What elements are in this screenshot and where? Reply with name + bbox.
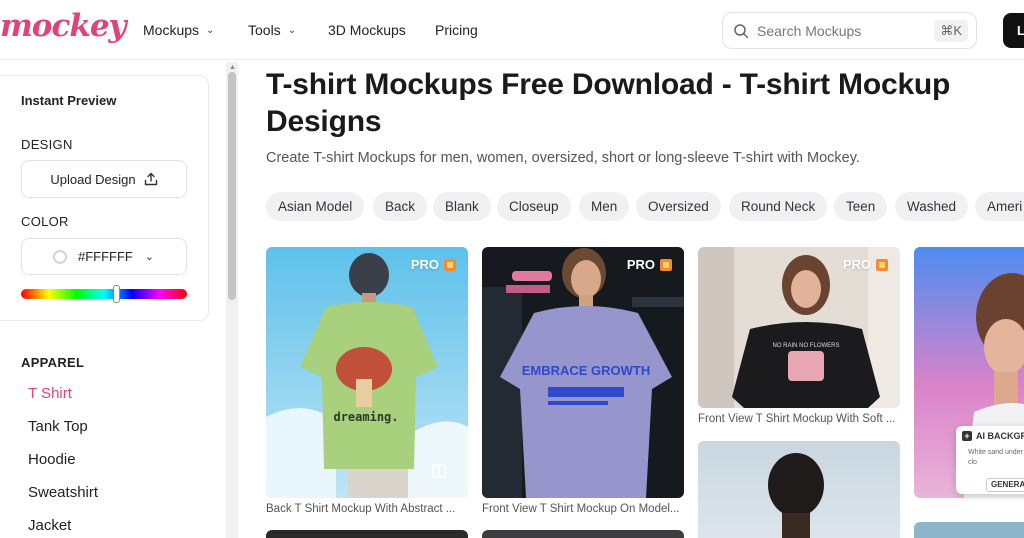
crown-icon: [876, 258, 888, 271]
preview-toggle-icon[interactable]: [432, 464, 446, 478]
ai-background-panel[interactable]: + AI BACKGR White sand under with clo GE…: [956, 426, 1024, 494]
mockup-card-next[interactable]: [482, 530, 684, 538]
mockup-card-next[interactable]: [914, 522, 1024, 538]
category-sweatshirt[interactable]: Sweatshirt: [28, 484, 98, 501]
ai-panel-header: + AI BACKGR: [962, 431, 1024, 441]
search-box[interactable]: ⌘K: [722, 12, 977, 49]
nav-pricing[interactable]: Pricing: [435, 22, 478, 38]
color-label: COLOR: [21, 214, 69, 229]
design-label: DESIGN: [21, 137, 73, 152]
print-text: EMBRACE GROWTH: [522, 363, 651, 378]
mockup-thumbnail: [698, 441, 900, 538]
color-swatch: [53, 250, 67, 264]
print-text: NO RAIN NO FLOWERS: [772, 343, 839, 349]
page-subtitle: Create T-shirt Mockups for men, women, o…: [266, 150, 860, 166]
mockup-thumbnail: EMBRACE GROWTH: [482, 247, 684, 498]
nav-pricing-label: Pricing: [435, 22, 478, 38]
instant-preview-panel: Instant Preview DESIGN Upload Design COL…: [0, 75, 209, 321]
filter-chip[interactable]: Closeup: [497, 192, 571, 221]
mockup-card-front-model[interactable]: EMBRACE GROWTH PRO: [482, 247, 684, 498]
scrollbar-thumb[interactable]: [228, 72, 236, 300]
nav-3d-mockups-label: 3D Mockups: [328, 22, 406, 38]
filter-chip[interactable]: Blank: [433, 192, 491, 221]
mockup-thumbnail: dreaming.: [266, 247, 468, 498]
nav-mockups[interactable]: Mockups ⌄: [143, 22, 214, 38]
mockup-caption[interactable]: Front View T Shirt Mockup With Soft ...: [698, 413, 900, 425]
chevron-down-icon: ⌄: [144, 251, 154, 263]
hue-slider[interactable]: [21, 289, 187, 299]
color-select[interactable]: #FFFFFF ⌄: [21, 238, 187, 275]
pro-badge: PRO: [843, 257, 888, 272]
color-value: #FFFFFF: [78, 249, 133, 264]
nav-mockups-label: Mockups: [143, 22, 200, 38]
mockey-logo[interactable]: mockey: [0, 8, 127, 44]
page-title: T-shirt Mockups Free Download - T-shirt …: [266, 68, 951, 138]
crown-icon: [660, 258, 672, 271]
nav-tools[interactable]: Tools ⌄: [248, 22, 296, 38]
ai-panel-title: AI BACKGR: [976, 431, 1024, 441]
nav-tools-label: Tools: [248, 22, 281, 38]
chevron-down-icon: ⌄: [287, 24, 297, 36]
apparel-heading: APPAREL: [21, 355, 85, 370]
pro-badge-label: PRO: [626, 257, 655, 272]
sidebar-scrollbar[interactable]: ▲: [226, 62, 238, 538]
scroll-up-arrow-icon[interactable]: ▲: [229, 64, 236, 71]
upload-design-button[interactable]: Upload Design: [21, 160, 187, 198]
plus-icon: +: [962, 431, 972, 441]
filter-chip[interactable]: Washed: [895, 192, 969, 221]
category-t-shirt[interactable]: T Shirt: [28, 385, 72, 402]
mockup-card-back-model[interactable]: [698, 441, 900, 538]
filter-chip[interactable]: Oversized: [636, 192, 721, 221]
filter-chip[interactable]: Asian Model: [266, 192, 365, 221]
category-jacket[interactable]: Jacket: [28, 517, 71, 534]
search-input[interactable]: [757, 21, 917, 41]
pro-badge: PRO: [411, 257, 456, 272]
upload-icon: [144, 172, 157, 186]
category-hoodie[interactable]: Hoodie: [28, 451, 76, 468]
pro-badge-label: PRO: [842, 257, 871, 272]
pro-badge: PRO: [627, 257, 672, 272]
filter-chip[interactable]: Back: [373, 192, 428, 221]
mockup-card-next[interactable]: [266, 530, 468, 538]
search-icon: [734, 24, 749, 39]
filter-chip[interactable]: Men: [579, 192, 630, 221]
filter-chip[interactable]: Round Neck: [729, 192, 828, 221]
top-header: mockey Mockups ⌄ Tools ⌄ 3D Mockups Pric…: [0, 0, 1024, 60]
instant-preview-title: Instant Preview: [21, 93, 117, 108]
category-tank-top[interactable]: Tank Top: [28, 418, 88, 435]
mockup-card-front-soft[interactable]: NO RAIN NO FLOWERS PRO: [698, 247, 900, 408]
mockup-caption[interactable]: Front View T Shirt Mockup On Model...: [482, 503, 684, 515]
pro-badge-label: PRO: [410, 257, 439, 272]
login-button[interactable]: L: [1003, 13, 1024, 48]
filter-chip[interactable]: Ameri: [975, 192, 1024, 221]
generate-button[interactable]: GENERA: [986, 478, 1024, 492]
nav-3d-mockups[interactable]: 3D Mockups: [328, 22, 406, 38]
crown-icon: [444, 258, 456, 271]
ai-prompt-text[interactable]: White sand under with clo: [968, 448, 1024, 468]
upload-design-label: Upload Design: [50, 171, 136, 187]
mockup-card-back-abstract[interactable]: dreaming. PRO: [266, 247, 468, 498]
mockup-caption[interactable]: Back T Shirt Mockup With Abstract ...: [266, 503, 468, 515]
chevron-down-icon: ⌄: [206, 24, 215, 36]
hue-slider-thumb[interactable]: [113, 285, 120, 303]
search-shortcut-hint: ⌘K: [934, 20, 968, 42]
filter-chip[interactable]: Teen: [834, 192, 888, 221]
print-text: dreaming.: [333, 410, 398, 424]
